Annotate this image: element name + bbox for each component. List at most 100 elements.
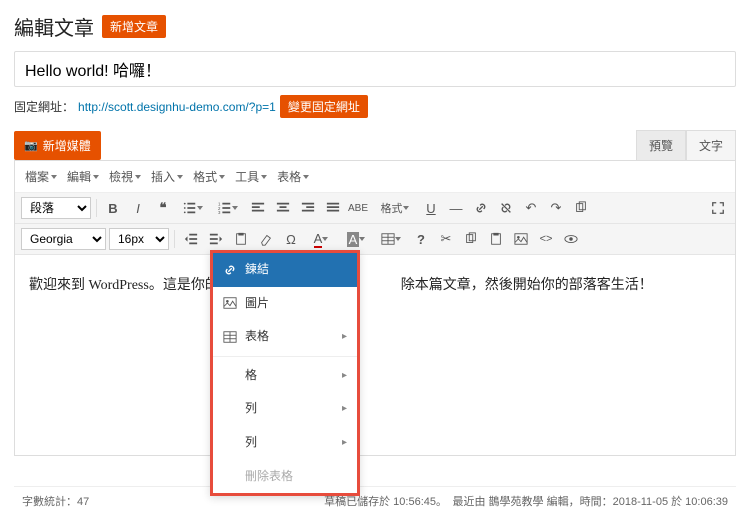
special-char-button[interactable]: Ω — [280, 228, 302, 250]
chevron-right-icon: ▸ — [342, 434, 347, 452]
bold-button[interactable]: B — [102, 197, 124, 219]
redo-button[interactable]: ↷ — [545, 197, 567, 219]
chevron-down-icon — [93, 175, 99, 179]
toolbar-row-1: 段落 B I ❝ 123 ABE 格式 U — ↶ ↷ — [15, 193, 735, 224]
blockquote-button[interactable]: ❝ — [152, 197, 174, 219]
align-justify-icon — [326, 201, 340, 215]
ctx-item-column[interactable]: 列 ▸ — [213, 426, 357, 460]
align-center-icon — [276, 201, 290, 215]
menu-format[interactable]: 格式 — [189, 165, 229, 188]
post-title-input[interactable] — [14, 51, 736, 87]
ctx-item-link[interactable]: 鍊結 — [213, 253, 357, 287]
menu-edit[interactable]: 編輯 — [63, 165, 103, 188]
page-title: 編輯文章 — [14, 12, 94, 41]
align-left-icon — [251, 201, 265, 215]
editor-body[interactable]: 歡迎來到 WordPress。這是你的 除本篇文章，然後開始你的部落客生活！ 鍊… — [15, 255, 735, 455]
copy-icon — [574, 201, 588, 215]
menu-separator — [213, 356, 357, 357]
editor-menubar: 檔案 編輯 檢視 插入 格式 工具 表格 — [15, 161, 735, 193]
word-count: 字數統計：47 — [22, 493, 89, 509]
image-button[interactable] — [510, 228, 532, 250]
fullscreen-button[interactable] — [707, 197, 729, 219]
chevron-down-icon — [135, 175, 141, 179]
unlink-icon — [499, 201, 513, 215]
link-button[interactable] — [470, 197, 492, 219]
menu-tools[interactable]: 工具 — [231, 165, 271, 188]
chevron-right-icon: ▸ — [342, 328, 347, 346]
strikethrough-button[interactable]: ABE — [347, 197, 369, 219]
style-format-button[interactable]: 格式 — [372, 197, 417, 219]
menu-table[interactable]: 表格 — [273, 165, 313, 188]
text-color-button[interactable]: A — [305, 228, 337, 250]
unlink-button[interactable] — [495, 197, 517, 219]
chevron-down-icon — [51, 175, 57, 179]
menu-insert[interactable]: 插入 — [147, 165, 187, 188]
link-icon — [474, 201, 488, 215]
clipboard-icon — [234, 232, 248, 246]
chevron-down-icon — [219, 175, 225, 179]
bullet-list-button[interactable] — [177, 197, 209, 219]
context-menu: 鍊結 圖片 表格 ▸ 格 ▸ 列 ▸ — [210, 250, 360, 496]
copy2-button[interactable] — [460, 228, 482, 250]
ctx-item-cell[interactable]: 格 ▸ — [213, 359, 357, 393]
link-icon — [223, 263, 237, 277]
indent-icon — [209, 232, 223, 246]
outdent-button[interactable] — [180, 228, 202, 250]
italic-button[interactable]: I — [127, 197, 149, 219]
copy-button[interactable] — [570, 197, 592, 219]
font-family-select[interactable]: Georgia — [21, 228, 106, 250]
bullet-list-icon — [183, 201, 197, 215]
block-format-select[interactable]: 段落 — [21, 197, 91, 219]
cut-button[interactable]: ✂ — [435, 228, 457, 250]
hr-button[interactable]: — — [445, 197, 467, 219]
help-button[interactable]: ? — [410, 228, 432, 250]
eraser-icon — [259, 232, 273, 246]
save-status: 草稿已儲存於 10:56:45。 最近由 鵲學苑教學 編輯，時間：2018-11… — [324, 493, 728, 509]
eye-icon — [564, 232, 578, 246]
svg-text:3: 3 — [218, 210, 221, 215]
camera-icon — [24, 138, 38, 152]
change-permalink-button[interactable]: 變更固定網址 — [280, 95, 368, 118]
ctx-item-table[interactable]: 表格 ▸ — [213, 320, 357, 354]
ctx-item-image[interactable]: 圖片 — [213, 287, 357, 321]
underline-button[interactable]: U — [420, 197, 442, 219]
paste-button[interactable] — [230, 228, 252, 250]
tab-text[interactable]: 文字 — [686, 130, 736, 160]
bg-color-button[interactable]: A — [340, 228, 372, 250]
image-icon — [514, 232, 528, 246]
image-icon — [223, 296, 237, 310]
chevron-right-icon: ▸ — [342, 367, 347, 385]
chevron-down-icon — [261, 175, 267, 179]
table-button[interactable] — [375, 228, 407, 250]
align-right-button[interactable] — [297, 197, 319, 219]
chevron-down-icon — [177, 175, 183, 179]
numbered-list-button[interactable]: 123 — [212, 197, 244, 219]
outdent-icon — [184, 232, 198, 246]
preview-button[interactable] — [560, 228, 582, 250]
align-justify-button[interactable] — [322, 197, 344, 219]
menu-file[interactable]: 檔案 — [21, 165, 61, 188]
font-size-select[interactable]: 16px — [109, 228, 169, 250]
copy-icon — [464, 232, 478, 246]
editor-container: 檔案 編輯 檢視 插入 格式 工具 表格 段落 B I ❝ 123 ABE 格式… — [14, 160, 736, 456]
ctx-item-row[interactable]: 列 ▸ — [213, 392, 357, 426]
align-left-button[interactable] — [247, 197, 269, 219]
tab-visual[interactable]: 預覽 — [636, 130, 686, 160]
align-center-button[interactable] — [272, 197, 294, 219]
add-new-post-button[interactable]: 新增文章 — [102, 15, 166, 38]
fullscreen-icon — [711, 201, 725, 215]
chevron-right-icon: ▸ — [342, 400, 347, 418]
numbered-list-icon: 123 — [218, 201, 232, 215]
add-media-label: 新增媒體 — [43, 137, 91, 154]
permalink-label: 固定網址： — [14, 98, 74, 115]
clear-format-button[interactable] — [255, 228, 277, 250]
source-button[interactable]: <> — [535, 228, 557, 250]
menu-view[interactable]: 檢視 — [105, 165, 145, 188]
add-media-button[interactable]: 新增媒體 — [14, 131, 101, 160]
indent-button[interactable] — [205, 228, 227, 250]
permalink-url[interactable]: http://scott.designhu-demo.com/?p=1 — [78, 100, 276, 114]
paste2-button[interactable] — [485, 228, 507, 250]
editor-footer: 字數統計：47 草稿已儲存於 10:56:45。 最近由 鵲學苑教學 編輯，時間… — [14, 486, 736, 515]
paste-icon — [489, 232, 503, 246]
undo-button[interactable]: ↶ — [520, 197, 542, 219]
